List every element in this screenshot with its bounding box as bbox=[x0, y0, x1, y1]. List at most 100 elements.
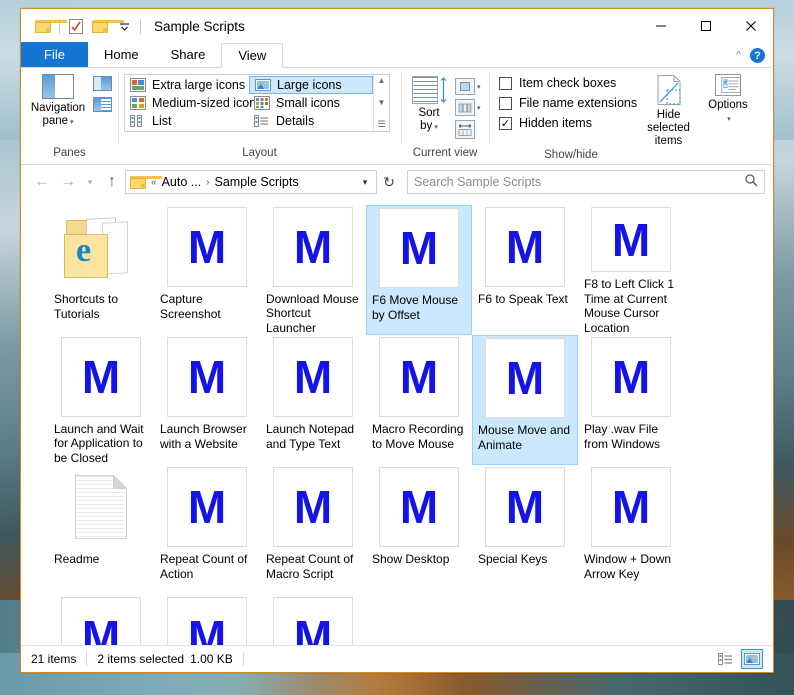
macro-script-icon: M bbox=[61, 597, 141, 645]
new-folder-icon[interactable] bbox=[88, 14, 124, 38]
ribbon: Navigation pane ▾ Panes Extra large icon… bbox=[21, 68, 773, 165]
layout-option-small-icons[interactable]: Small icons bbox=[249, 94, 373, 112]
address-bar[interactable]: « Auto ... › Sample Scripts ▾ bbox=[125, 170, 377, 194]
macro-m-glyph: M bbox=[505, 481, 545, 533]
search-box[interactable]: Search Sample Scripts bbox=[407, 170, 765, 194]
checkbox-item-check-boxes[interactable]: Item check boxes bbox=[499, 73, 637, 93]
checklist-icon[interactable] bbox=[64, 14, 88, 38]
refresh-button[interactable]: ↻ bbox=[377, 170, 401, 194]
layout-option-medium-icons[interactable]: Medium-sized icons bbox=[125, 94, 262, 112]
macro-script-icon: M bbox=[379, 208, 459, 288]
large-icons-view-toggle[interactable] bbox=[741, 649, 763, 669]
ribbon-tab-row-actions: ^ ? bbox=[736, 48, 765, 63]
file-item[interactable]: M Play .wav File from Windows bbox=[578, 335, 684, 465]
file-item[interactable]: M Download Mouse Shortcut Launcher bbox=[260, 205, 366, 335]
details-pane-icon[interactable] bbox=[93, 97, 112, 112]
group-by-button[interactable]: ▾ bbox=[455, 78, 481, 95]
layout-option-list[interactable]: List bbox=[125, 112, 249, 130]
macro-m-glyph: M bbox=[505, 221, 545, 273]
file-item-label: Mouse Move and Animate bbox=[478, 423, 571, 452]
status-size: 1.00 KB bbox=[190, 652, 233, 666]
layout-option-label: Medium-sized icons bbox=[152, 96, 263, 110]
macro-m-glyph: M bbox=[293, 220, 333, 273]
navigation-pane-label-line2: pane bbox=[42, 115, 69, 127]
layout-scroll-up-icon[interactable]: ▲ bbox=[378, 77, 386, 85]
address-dropdown-icon[interactable]: ▾ bbox=[356, 177, 374, 188]
checkbox-hidden-items[interactable]: ✓ Hidden items bbox=[499, 113, 637, 133]
close-button[interactable] bbox=[728, 9, 773, 43]
up-button[interactable]: ↑ bbox=[99, 170, 125, 194]
file-item[interactable]: M Show Desktop bbox=[366, 465, 472, 595]
customize-qat-icon[interactable] bbox=[112, 14, 136, 38]
minimize-button[interactable] bbox=[638, 9, 683, 43]
file-item[interactable]: MWindow + Up Arrow Key bbox=[260, 595, 366, 645]
search-icon[interactable] bbox=[745, 174, 758, 190]
file-item[interactable]: M Launch Browser with a Website bbox=[154, 335, 260, 465]
layout-scroll-down-icon[interactable]: ▼ bbox=[378, 98, 386, 107]
layout-gallery-scrollbar[interactable]: ▲ ▼ ☰ bbox=[373, 75, 389, 131]
file-item-label: Readme bbox=[54, 552, 100, 566]
macro-m-glyph: M bbox=[293, 481, 333, 533]
options-label: Options bbox=[708, 99, 748, 111]
properties-folder-icon[interactable] bbox=[31, 14, 67, 38]
tab-home[interactable]: Home bbox=[88, 42, 155, 67]
file-item[interactable]: M Capture Screenshot bbox=[154, 205, 260, 335]
options-button[interactable]: Options ▾ bbox=[700, 73, 756, 126]
layout-scroll-more-icon[interactable]: ☰ bbox=[377, 120, 385, 129]
file-item[interactable]: M Mouse Move and Animate bbox=[472, 335, 578, 465]
recent-locations-button[interactable]: ▾ bbox=[81, 170, 99, 194]
forward-button[interactable]: → bbox=[55, 170, 81, 194]
address-folder-icon bbox=[130, 175, 162, 189]
macro-script-icon: M bbox=[273, 467, 353, 547]
back-button[interactable]: ← bbox=[29, 170, 55, 194]
file-item[interactable]: M F6 Move Mouse by Offset bbox=[366, 205, 472, 335]
breadcrumb-item-0[interactable]: Auto ... bbox=[158, 175, 206, 189]
list-icon bbox=[130, 114, 146, 128]
details-icon bbox=[254, 114, 270, 128]
file-item[interactable]: MWindow + Right Arrow Key bbox=[154, 595, 260, 645]
macro-script-icon: M bbox=[167, 597, 247, 645]
macro-script-icon: M bbox=[379, 467, 459, 547]
layout-option-details[interactable]: Details bbox=[249, 112, 373, 130]
file-item[interactable]: MWindow + Left Arrow Key bbox=[48, 595, 154, 645]
file-item-label: Window + Down Arrow Key bbox=[584, 552, 672, 581]
breadcrumb-item-1[interactable]: Sample Scripts bbox=[211, 175, 303, 189]
file-item[interactable]: M Launch and Wait for Application to be C… bbox=[48, 335, 154, 465]
tab-share[interactable]: Share bbox=[155, 42, 222, 67]
file-item[interactable]: e Shortcuts to Tutorials bbox=[48, 205, 154, 335]
tab-file[interactable]: File bbox=[21, 42, 88, 67]
file-item[interactable]: M F6 to Speak Text bbox=[472, 205, 578, 335]
sort-by-button[interactable]: Sort by ▾ bbox=[407, 74, 451, 134]
hide-selected-items-button[interactable]: Hide selected items bbox=[647, 73, 690, 148]
tab-view[interactable]: View bbox=[221, 43, 284, 68]
ribbon-group-show-hide: Item check boxes File name extensions ✓ … bbox=[489, 68, 748, 164]
file-item[interactable]: M Macro Recording to Move Mouse bbox=[366, 335, 472, 465]
collapse-ribbon-icon[interactable]: ^ bbox=[736, 50, 741, 61]
macro-script-icon: M bbox=[61, 337, 141, 417]
file-item[interactable]: M Special Keys bbox=[472, 465, 578, 595]
file-item-label: Capture Screenshot bbox=[160, 292, 221, 321]
details-view-toggle[interactable] bbox=[715, 649, 737, 669]
file-item-label: Launch and Wait for Application to be Cl… bbox=[54, 421, 144, 465]
size-all-columns-button[interactable] bbox=[455, 120, 481, 139]
file-item[interactable]: M Window + Down Arrow Key bbox=[578, 465, 684, 595]
macro-script-icon: M bbox=[591, 467, 671, 547]
preview-pane-icon[interactable] bbox=[93, 76, 112, 91]
file-item[interactable]: M Repeat Count of Macro Script bbox=[260, 465, 366, 595]
file-item[interactable]: M Launch Notepad and Type Text bbox=[260, 335, 366, 465]
layout-option-large-icons[interactable]: Large icons bbox=[249, 76, 373, 94]
maximize-button[interactable] bbox=[683, 9, 728, 43]
file-item-label: F6 Move Mouse by Offset bbox=[372, 293, 459, 322]
checkbox-file-name-extensions[interactable]: File name extensions bbox=[499, 93, 637, 113]
macro-script-icon: M bbox=[167, 337, 247, 417]
status-divider-1 bbox=[86, 652, 88, 666]
ribbon-group-panes: Navigation pane ▾ Panes bbox=[21, 68, 118, 164]
layout-option-extra-large-icons[interactable]: Extra large icons bbox=[125, 76, 249, 94]
file-item[interactable]: M Repeat Count of Action bbox=[154, 465, 260, 595]
help-icon[interactable]: ? bbox=[750, 48, 765, 63]
navigation-pane-button[interactable]: Navigation pane ▾ bbox=[27, 72, 89, 129]
file-item[interactable]: M F8 to Left Click 1 Time at Current Mous… bbox=[578, 205, 684, 335]
add-columns-button[interactable]: ▾ bbox=[455, 99, 481, 116]
file-list-view[interactable]: e Shortcuts to Tutorials M Capture Screensh… bbox=[21, 199, 773, 645]
file-item[interactable]: Readme bbox=[48, 465, 154, 595]
